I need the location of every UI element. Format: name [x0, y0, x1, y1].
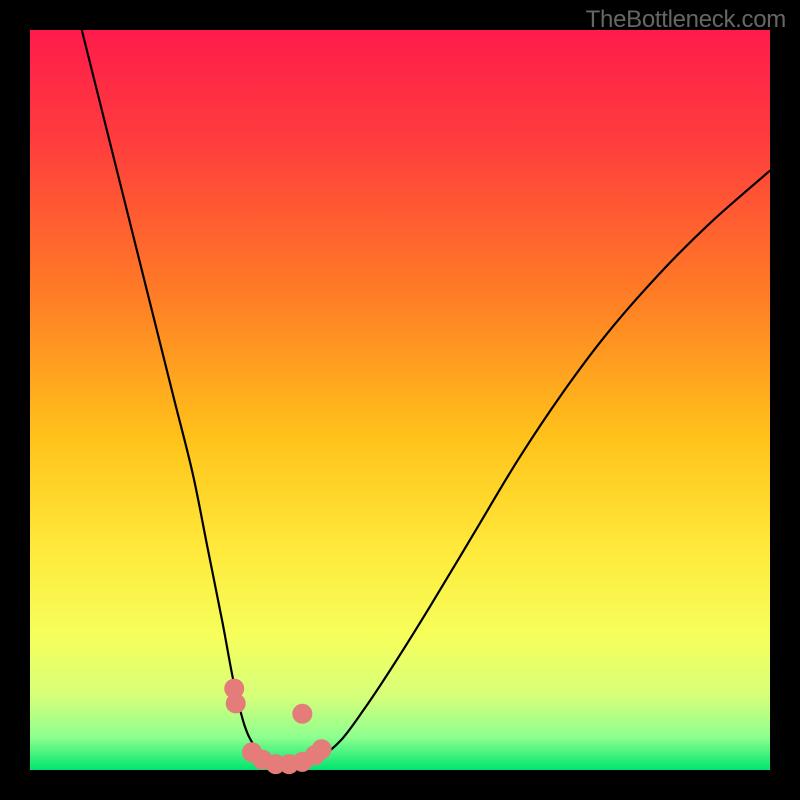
plot-background — [30, 30, 770, 770]
watermark-text: TheBottleneck.com — [586, 6, 786, 34]
bottleneck-curve-chart — [0, 0, 800, 800]
data-marker — [312, 739, 332, 759]
data-marker — [292, 704, 312, 724]
data-marker — [226, 693, 246, 713]
chart-root: TheBottleneck.com — [0, 0, 800, 800]
